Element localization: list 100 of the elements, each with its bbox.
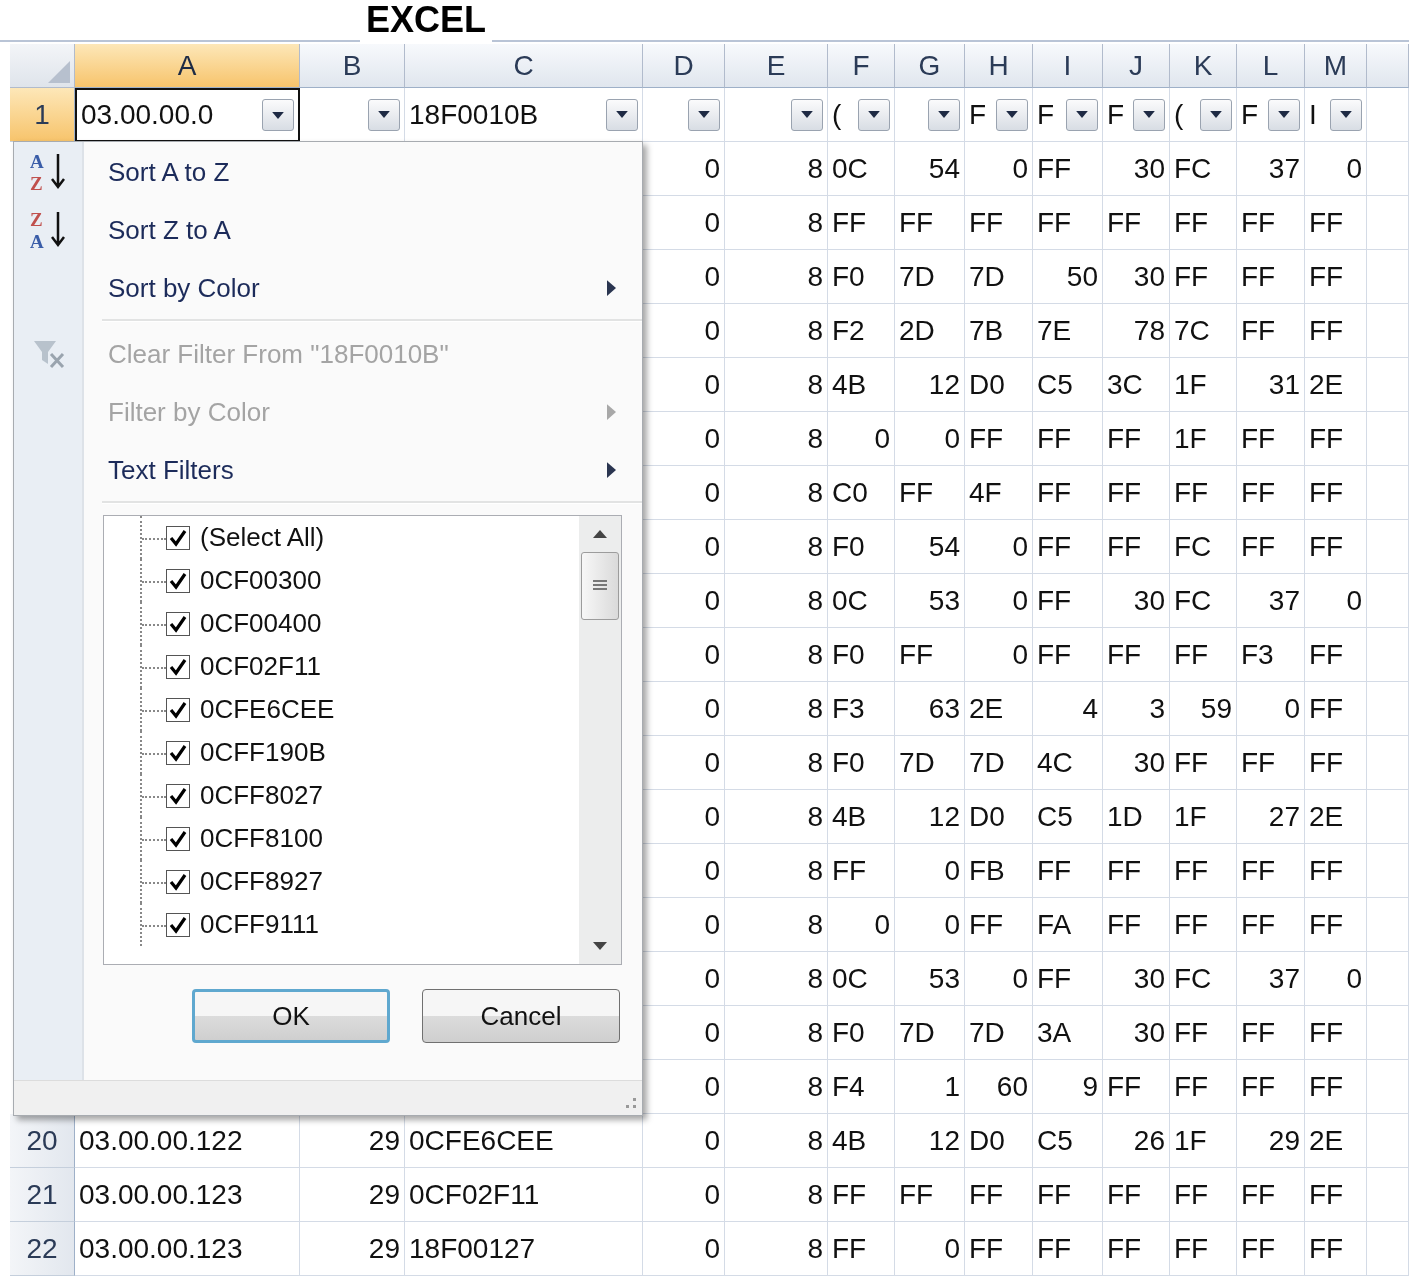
- filter-dropdown-button[interactable]: [791, 98, 823, 131]
- filter-dropdown-button[interactable]: [606, 98, 638, 131]
- table-cell: 60: [965, 1060, 1033, 1114]
- checkbox[interactable]: [166, 568, 190, 593]
- column-header[interactable]: F: [828, 44, 895, 88]
- table-cell: [1367, 1222, 1409, 1276]
- table-cell: 8: [725, 1060, 828, 1114]
- table-cell: 78: [1103, 304, 1170, 358]
- column-header[interactable]: H: [965, 44, 1033, 88]
- table-cell: 8: [725, 952, 828, 1006]
- resize-grip-icon[interactable]: [624, 1097, 636, 1109]
- caret-icon: [1143, 111, 1155, 118]
- filter-dropdown-button[interactable]: [858, 98, 890, 131]
- table-cell: 8: [725, 142, 828, 196]
- header-cell[interactable]: (: [828, 88, 895, 142]
- filter-dropdown-button[interactable]: [996, 98, 1028, 131]
- checkbox[interactable]: [166, 869, 190, 894]
- header-cell[interactable]: [725, 88, 828, 142]
- table-cell: 1F: [1170, 1114, 1237, 1168]
- table-cell: [1367, 952, 1409, 1006]
- column-header[interactable]: G: [895, 44, 965, 88]
- table-cell: FF: [965, 898, 1033, 952]
- filter-dropdown-button[interactable]: [262, 99, 294, 131]
- table-cell: FF: [828, 1222, 895, 1276]
- column-header[interactable]: B: [300, 44, 405, 88]
- table-cell: 50: [1033, 250, 1103, 304]
- header-cell[interactable]: I: [1305, 88, 1367, 142]
- table-cell: 0: [965, 520, 1033, 574]
- table-cell: FF: [1170, 844, 1237, 898]
- table-cell: 0: [965, 574, 1033, 628]
- checkbox[interactable]: [166, 697, 190, 722]
- header-cell[interactable]: [643, 88, 725, 142]
- filter-dropdown-button[interactable]: [368, 98, 400, 131]
- scroll-down-icon[interactable]: [593, 942, 607, 950]
- table-cell: FF: [1033, 1222, 1103, 1276]
- table-cell: 1F: [1170, 790, 1237, 844]
- table-cell: [1367, 628, 1409, 682]
- scrollbar-thumb[interactable]: [581, 552, 619, 620]
- table-cell: 7D: [895, 250, 965, 304]
- filter-dropdown-button[interactable]: [688, 98, 720, 131]
- header-cell[interactable]: F: [965, 88, 1033, 142]
- column-header[interactable]: J: [1103, 44, 1170, 88]
- scrollbar[interactable]: [579, 516, 621, 964]
- checkbox[interactable]: [166, 525, 190, 550]
- menu-item[interactable]: Text Filters: [14, 441, 642, 499]
- header-cell[interactable]: (: [1170, 88, 1237, 142]
- table-cell: C5: [1033, 1114, 1103, 1168]
- header-cell[interactable]: F: [1103, 88, 1170, 142]
- table-cell: [1367, 736, 1409, 790]
- row-header[interactable]: 20: [10, 1114, 75, 1168]
- table-cell: FB: [965, 844, 1033, 898]
- menu-item[interactable]: A Z Sort A to Z: [14, 143, 642, 201]
- table-cell: 1F: [1170, 358, 1237, 412]
- table-cell: 7C: [1170, 304, 1237, 358]
- filter-dropdown-button[interactable]: [1066, 98, 1098, 131]
- table-cell: [1367, 1006, 1409, 1060]
- row-header[interactable]: 21: [10, 1168, 75, 1222]
- column-header[interactable]: D: [643, 44, 725, 88]
- table-cell: C5: [1033, 358, 1103, 412]
- header-cell[interactable]: [895, 88, 965, 142]
- checkbox[interactable]: [166, 654, 190, 679]
- table-cell: FF: [1237, 844, 1305, 898]
- checkbox[interactable]: [166, 783, 190, 808]
- table-cell: FF: [1170, 196, 1237, 250]
- filter-dropdown-button[interactable]: [1268, 98, 1300, 131]
- column-header[interactable]: C: [405, 44, 643, 88]
- column-header[interactable]: M: [1305, 44, 1367, 88]
- column-header[interactable]: K: [1170, 44, 1237, 88]
- checkbox[interactable]: [166, 740, 190, 765]
- filter-dropdown-button[interactable]: [1200, 98, 1232, 131]
- cancel-button[interactable]: Cancel: [422, 989, 620, 1043]
- table-cell: 0: [965, 952, 1033, 1006]
- row-header[interactable]: 1: [10, 88, 75, 142]
- checkbox[interactable]: [166, 611, 190, 636]
- table-cell: 59: [1170, 682, 1237, 736]
- scroll-up-icon[interactable]: [593, 530, 607, 538]
- caret-icon: [801, 111, 813, 118]
- filter-dropdown-button[interactable]: [1133, 98, 1165, 131]
- filter-dropdown-button[interactable]: [1330, 98, 1362, 131]
- checkbox[interactable]: [166, 912, 190, 937]
- ok-button[interactable]: OK: [192, 989, 390, 1043]
- header-cell[interactable]: F: [1033, 88, 1103, 142]
- header-cell[interactable]: F: [1237, 88, 1305, 142]
- table-cell: FF: [1237, 1006, 1305, 1060]
- table-cell: FF: [1170, 1060, 1237, 1114]
- column-header[interactable]: E: [725, 44, 828, 88]
- row-header[interactable]: 22: [10, 1222, 75, 1276]
- menu-item[interactable]: Sort by Color: [14, 259, 642, 317]
- table-cell: 12: [895, 790, 965, 844]
- table-cell: 29: [300, 1168, 405, 1222]
- checkbox[interactable]: [166, 826, 190, 851]
- table-cell: FF: [1237, 196, 1305, 250]
- table-cell: F0: [828, 628, 895, 682]
- menu-item[interactable]: Z A Sort Z to A: [14, 201, 642, 259]
- column-header[interactable]: I: [1033, 44, 1103, 88]
- column-header[interactable]: A: [75, 44, 300, 88]
- table-cell: D0: [965, 358, 1033, 412]
- table-cell: C5: [1033, 790, 1103, 844]
- filter-dropdown-button[interactable]: [928, 98, 960, 131]
- column-header[interactable]: L: [1237, 44, 1305, 88]
